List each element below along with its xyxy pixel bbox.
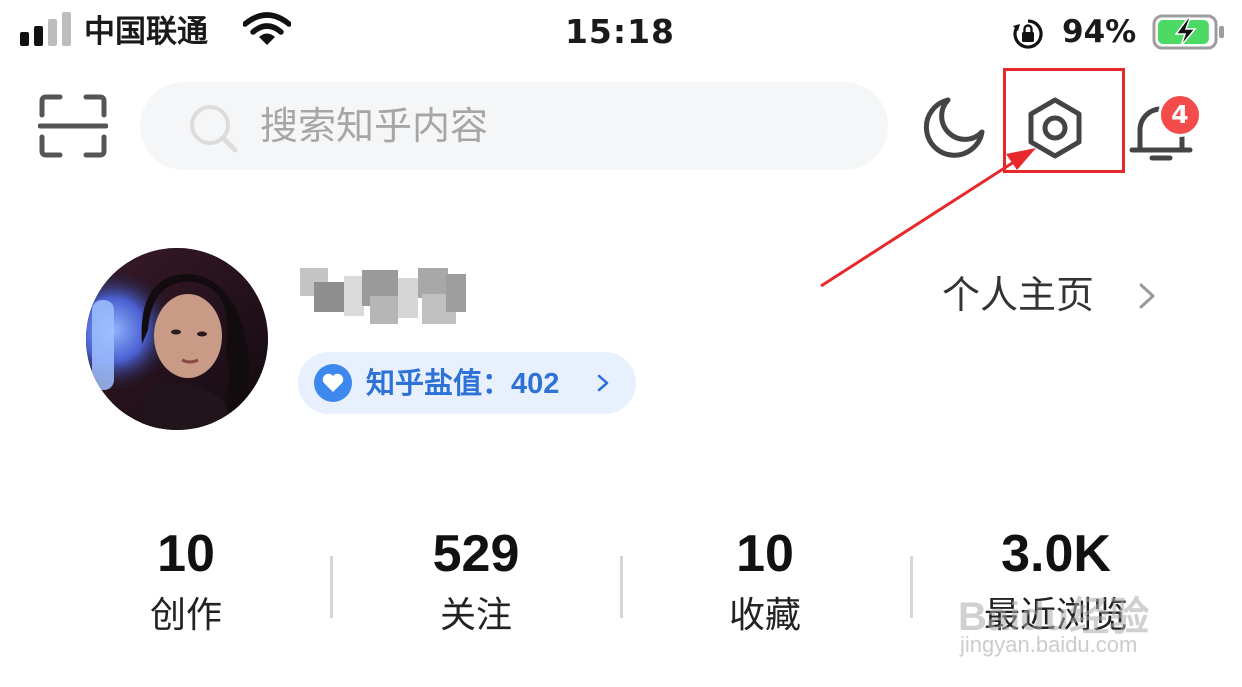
stat-label: 关注 [439,595,512,636]
battery-percentage: 94% [1062,14,1137,50]
personal-homepage-link[interactable]: 个人主页 [942,268,1155,322]
avatar-photo [86,248,268,430]
status-time: 15:18 [564,12,676,51]
stat-value: 10 [157,525,215,583]
notification-badge: 4 [1158,93,1202,137]
night-mode-icon[interactable] [918,94,988,160]
status-bar: 中国联通 15:18 94% [0,0,1242,64]
stat-label: 收藏 [728,595,801,636]
baidu-watermark: Baidu经验 jingyan.baidu.com [946,574,1186,664]
chevron-right-icon [597,374,609,392]
wifi-icon [243,12,291,45]
search-icon [190,105,238,153]
stat-value: 10 [736,525,794,583]
stat-following[interactable]: 529 关注 [376,522,576,648]
heart-icon [314,364,352,402]
stat-divider [330,556,333,618]
homepage-label: 个人主页 [942,273,1095,317]
stat-divider [620,556,623,618]
username-mosaic [300,268,466,326]
orientation-lock-icon [1013,19,1043,49]
salt-score-text: 知乎盐值：402 [366,362,559,405]
carrier-name: 中国联通 [84,14,208,50]
salt-score-value: 402 [511,368,560,400]
stat-creations[interactable]: 10 创作 [86,522,286,648]
stat-favorites[interactable]: 10 收藏 [665,522,865,648]
stat-value: 529 [432,525,520,583]
signal-icon [20,12,72,46]
chevron-right-icon [1139,283,1155,309]
search-placeholder: 搜索知乎内容 [260,104,489,148]
stat-label: 创作 [149,595,222,636]
salt-score-label: 知乎盐值： [366,366,512,400]
avatar[interactable] [86,248,268,430]
salt-score-button[interactable]: 知乎盐值：402 [298,352,636,414]
scan-icon[interactable] [38,93,108,159]
stat-divider [910,556,913,618]
battery-charging-icon [1152,14,1224,50]
watermark-url: jingyan.baidu.com [960,632,1138,657]
settings-highlight-box [1003,68,1125,173]
search-bar[interactable]: 搜索知乎内容 [140,82,888,170]
